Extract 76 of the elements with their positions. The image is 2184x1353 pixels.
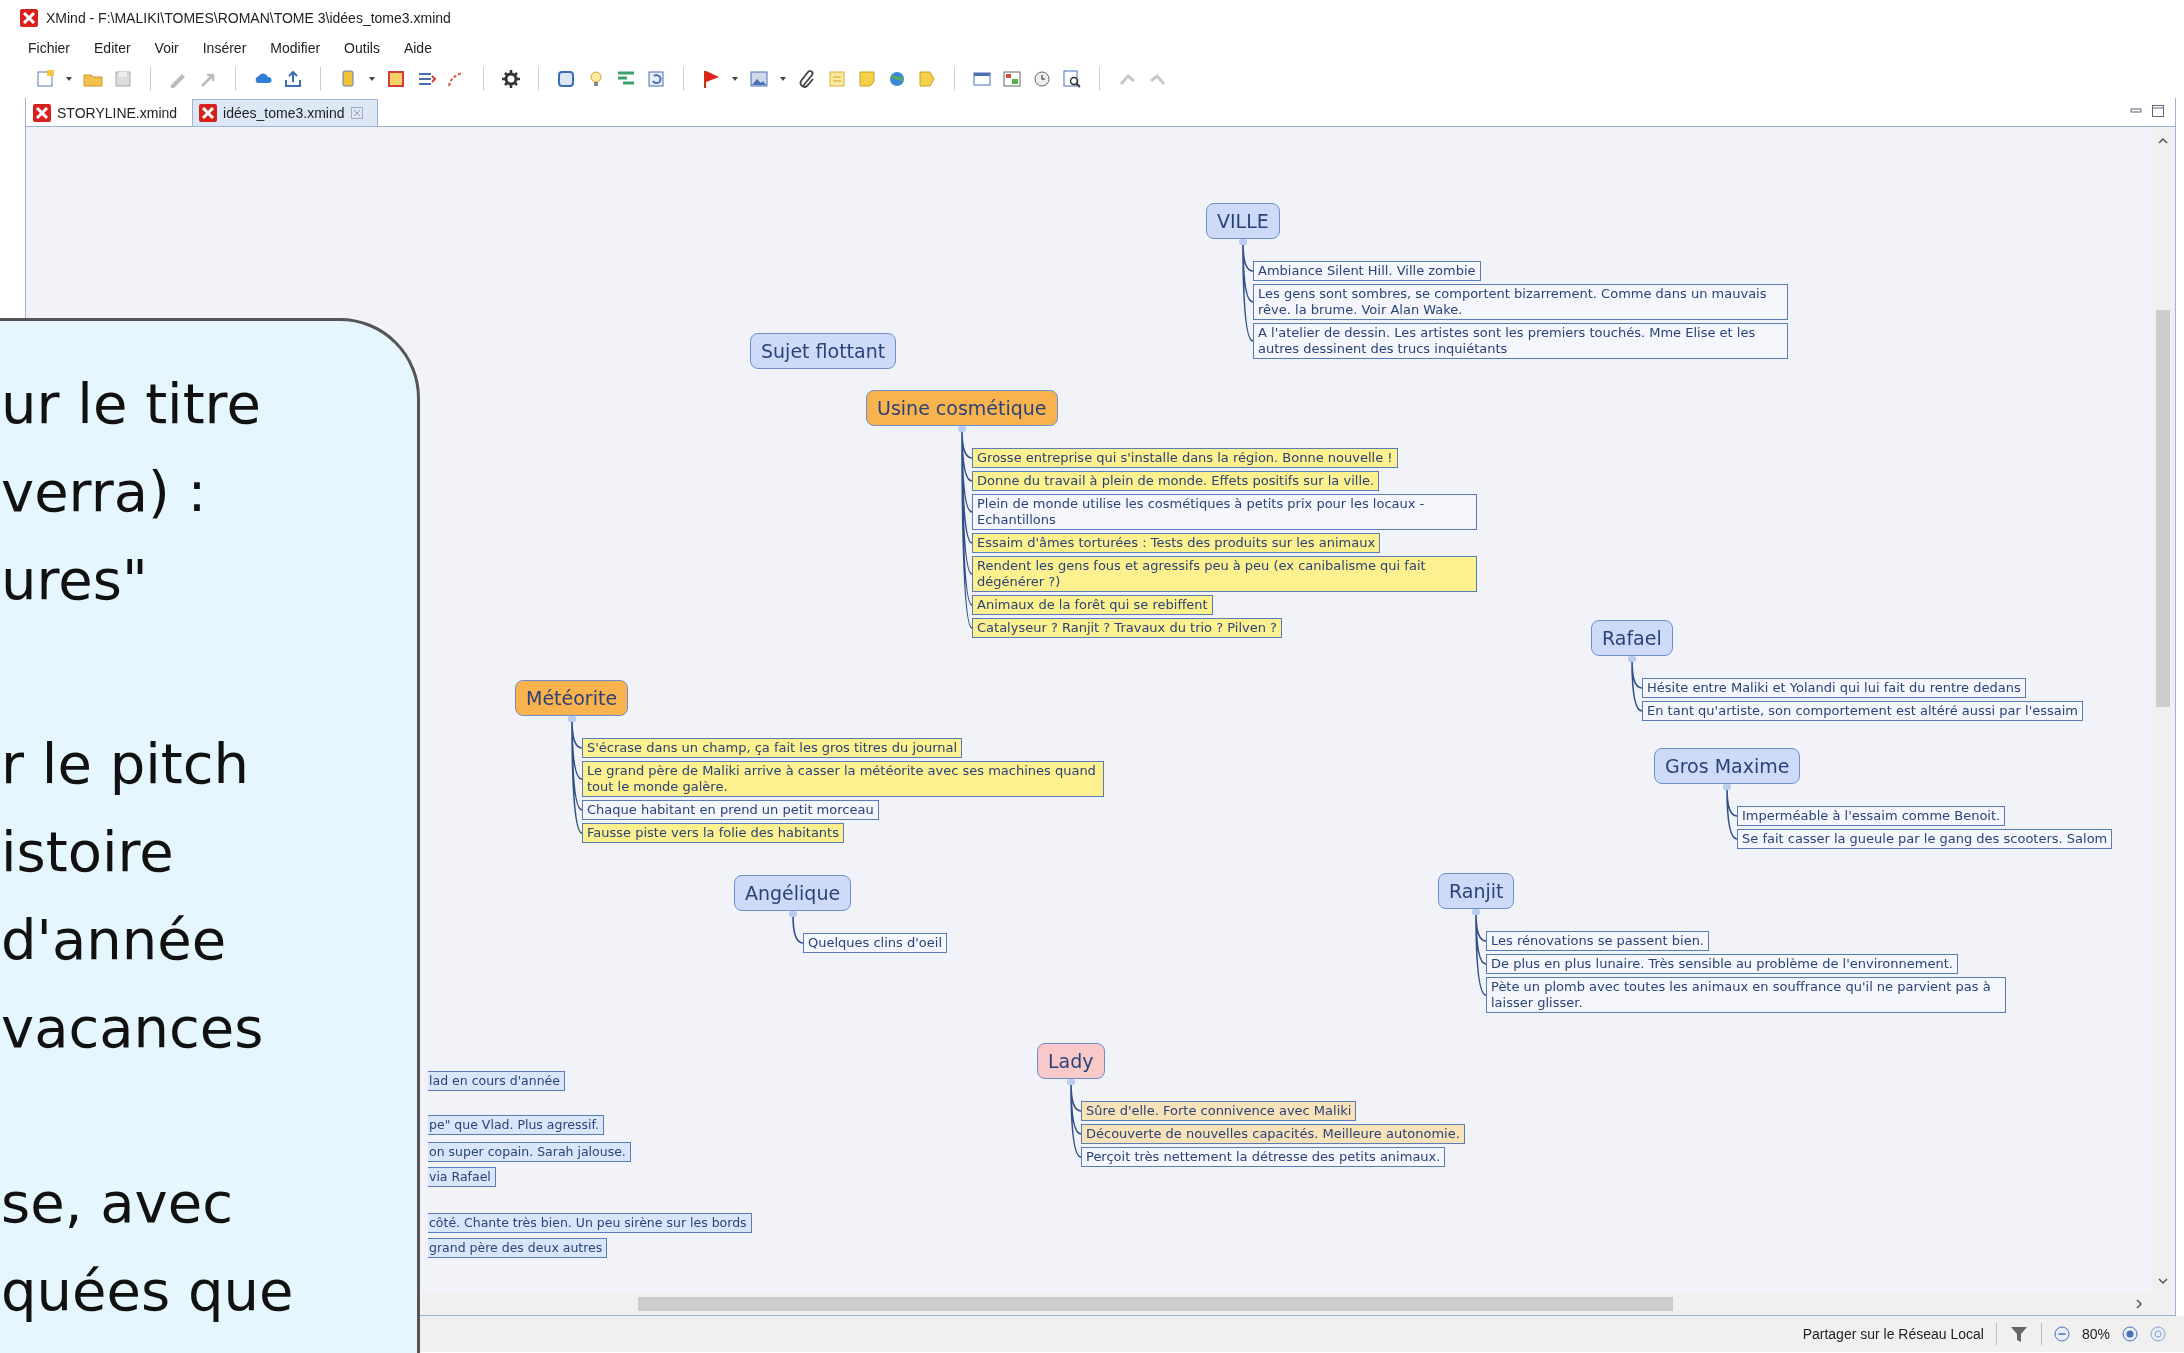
handwritten-text: verra) : [0, 458, 207, 526]
menu-item[interactable]: Insérer [200, 40, 249, 56]
spreadsheet-icon[interactable] [1001, 68, 1023, 90]
file-icon [199, 104, 218, 122]
note-subtopic[interactable]: Perçoit très nettement la détresse des petits animaux. [1081, 1147, 1446, 1167]
zoom-in-icon[interactable] [2122, 1326, 2138, 1342]
fit-icon[interactable] [2150, 1326, 2166, 1342]
file-icon [33, 104, 51, 122]
note-subtopic[interactable]: via Rafael [428, 1167, 496, 1187]
close-icon[interactable] [350, 107, 363, 119]
zoom-level: 80% [2081, 1326, 2110, 1342]
share-status[interactable]: Partager sur le Réseau Local [1802, 1326, 1984, 1342]
scrollbar-thumb[interactable] [2156, 310, 2170, 707]
handwritten-text: d'année [0, 906, 227, 974]
menu-item[interactable]: Voir [152, 40, 181, 56]
note-subtopic[interactable]: lad en cours d'année [428, 1071, 565, 1091]
note-subtopic[interactable]: Le grand père de Maliki arrive à casser la météorite avec ses machines quand tout le monde galère. [582, 761, 1104, 797]
note-subtopic[interactable]: Sûre d'elle. Forte connivence avec Maliki [1081, 1101, 1357, 1121]
note-subtopic[interactable]: Les gens sont sombres, se comportent bizarrement. Comme dans un mauvais rêve. la brume. Voir Alan Wake. [1253, 284, 1788, 320]
note-subtopic[interactable]: Donne du travail à plein de monde. Effets positifs sur la ville. [972, 471, 1380, 491]
note-subtopic[interactable]: Ambiance Silent Hill. Ville zombie [1253, 261, 1481, 281]
note-subtopic[interactable]: Plein de monde utilise les cosmétiques à petits prix pour les locaux - Echantillons [972, 494, 1477, 530]
handwritten-text: istoire [0, 818, 174, 886]
refresh-icon[interactable] [645, 68, 667, 90]
zoom-icon[interactable] [1061, 68, 1083, 90]
note-subtopic[interactable]: Découverte de nouvelles capacités. Meilleure autonomie. [1081, 1124, 1465, 1144]
app-logo-icon [20, 9, 38, 27]
note-subtopic[interactable]: Catalyseur ? Ranjit ? Travaux du trio ? Pilven ? [972, 618, 1282, 638]
menu-item[interactable]: Aide [401, 40, 434, 56]
gear-icon[interactable] [500, 68, 522, 90]
handwritten-text: vacances [0, 994, 264, 1062]
frame-icon[interactable] [555, 68, 577, 90]
note-subtopic[interactable]: S'écrase dans un champ, ça fait les gros titres du journal [582, 738, 963, 758]
note-subtopic[interactable]: on super copain. Sarah jalouse. [428, 1142, 631, 1162]
note-subtopic[interactable]: A l'atelier de dessin. Les artistes sont les premiers touchés. Mme Elise et les autres dessinent des trucs inquiétants [1253, 323, 1788, 359]
filter-icon[interactable] [2008, 1324, 2029, 1344]
scrollbar-thumb[interactable] [638, 1297, 1673, 1311]
note-subtopic[interactable]: De plus en plus lunaire. Très sensible au problème de l'environnement. [1486, 954, 1958, 974]
note-subtopic[interactable]: pe" que Vlad. Plus agressif. [428, 1115, 604, 1135]
note-subtopic[interactable]: Fausse piste vers la folie des habitants [582, 823, 844, 843]
note-subtopic[interactable]: En tant qu'artiste, son comportement est altéré aussi par l'essaim [1642, 701, 2083, 721]
window-title: XMind - F:\MALIKI\TOMES\ROMAN\TOME 3\idées_tome3.xmind [46, 10, 451, 26]
menu-item[interactable]: Outils [342, 40, 382, 56]
handwritten-text: se, avec [0, 1169, 233, 1237]
handwritten-text: ures" [0, 546, 148, 614]
menu-item[interactable]: Fichier [26, 40, 72, 56]
note-subtopic[interactable]: Animaux de la forêt qui se rebiffent [972, 595, 1213, 615]
note-subtopic[interactable]: Se fait casser la gueule par le gang des scooters. Salom [1737, 829, 2113, 849]
menu-item[interactable]: Modifier [268, 40, 323, 56]
note-subtopic[interactable]: Pète un plomb avec toutes les animaux en souffrance qu'il ne parvient pas à laisser glisser. [1486, 977, 2006, 1013]
handwritten-text: ur le titre [0, 370, 261, 438]
image-icon[interactable] [748, 68, 770, 90]
note-subtopic[interactable]: Hésite entre Maliki et Yolandi qui lui fait du rentre dedans [1642, 678, 2026, 698]
handwritten-text: quées que [0, 1257, 294, 1325]
note-subtopic[interactable]: Grosse entreprise qui s'installe dans la région. Bonne nouvelle ! [972, 448, 1398, 468]
menu-item[interactable]: Editer [92, 40, 133, 56]
handwritten-text: r le pitch [0, 730, 249, 798]
sticky-note-icon[interactable] [856, 68, 878, 90]
zoom-out-icon[interactable] [2053, 1326, 2070, 1342]
topic-node[interactable]: Sujet flottant [750, 333, 897, 369]
maximize-icon[interactable] [2151, 104, 2165, 118]
upload-icon[interactable] [282, 68, 304, 90]
note-subtopic[interactable]: Quelques clins d'oeil [803, 933, 947, 953]
note-subtopic[interactable]: Les rénovations se passent bien. [1486, 931, 1709, 951]
note-subtopic[interactable]: Imperméable à l'essaim comme Benoit. [1737, 806, 2006, 826]
note-subtopic[interactable]: Rendent les gens fous et agressifs peu à peu (ex canibalisme qui fait dégénérer ?) [972, 556, 1477, 592]
note-subtopic[interactable]: côté. Chante très bien. Un peu sirène sur les bords [428, 1213, 752, 1233]
note-subtopic[interactable]: Essaim d'âmes torturées : Tests des produits sur les animaux [972, 533, 1381, 553]
note-subtopic[interactable]: Chaque habitant en prend un petit morceau [582, 800, 879, 820]
vertical-scrollbar[interactable] [2151, 127, 2175, 1293]
clock-icon[interactable] [1031, 68, 1053, 90]
topic-icon[interactable] [385, 68, 407, 90]
horizontal-scrollbar[interactable] [422, 1293, 2175, 1315]
document-tab[interactable]: idées_tome3.xmind [192, 99, 378, 126]
document-tab[interactable]: STORYLINE.xmind [26, 99, 193, 126]
note-subtopic[interactable]: grand père des deux autres [428, 1238, 608, 1258]
